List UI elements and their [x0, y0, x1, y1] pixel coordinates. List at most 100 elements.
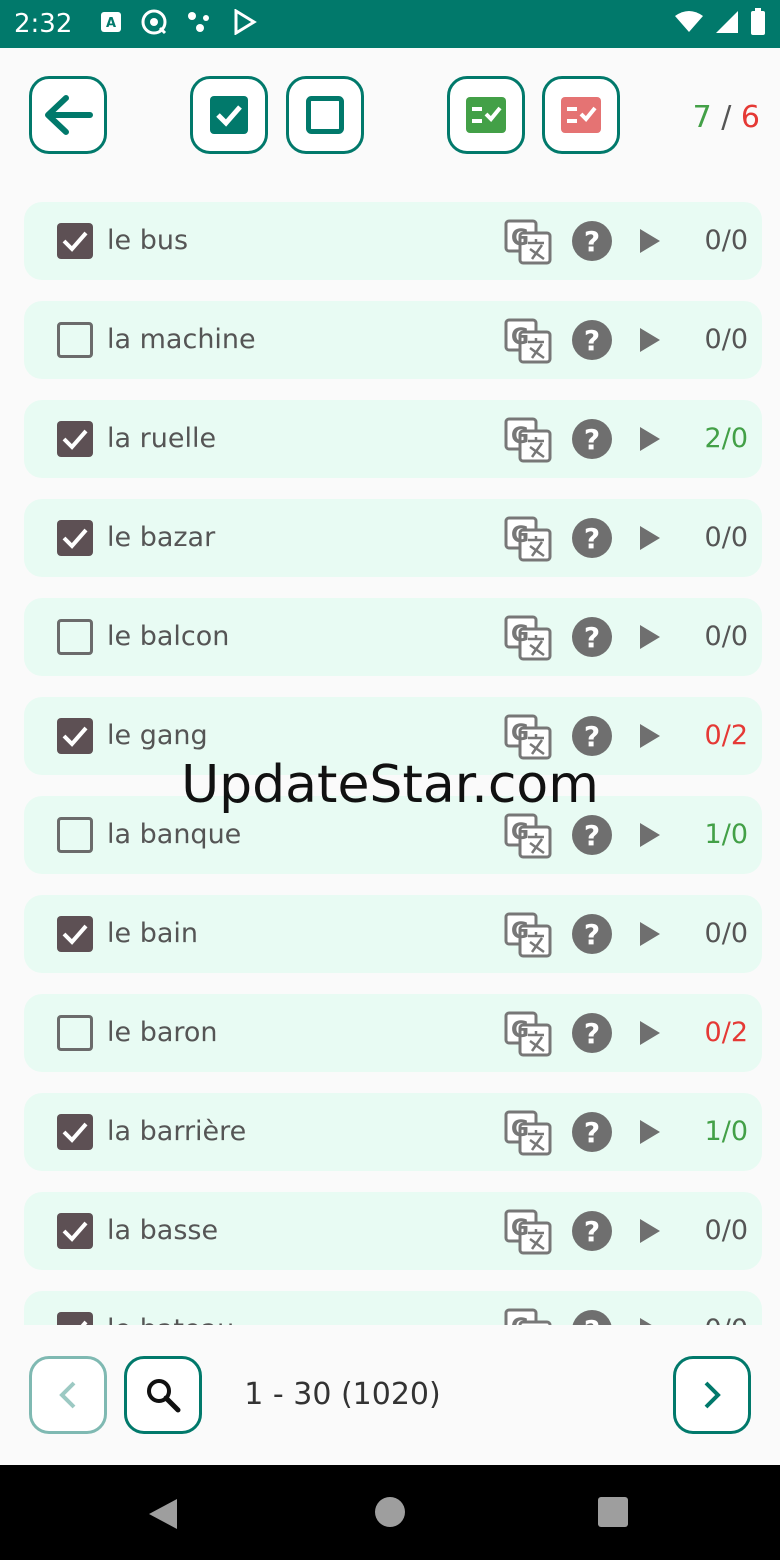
checkbox-checked[interactable] [57, 1213, 93, 1249]
help-icon[interactable]: ? [572, 320, 612, 360]
list-item[interactable]: le bain G? 0/0 [24, 895, 762, 973]
page-range: 1 - 30 (1020) [244, 1377, 441, 1412]
score-label: 0/0 [704, 225, 748, 256]
nav-back-button[interactable] [145, 1497, 179, 1535]
back-button[interactable] [29, 76, 107, 154]
svg-text:G: G [511, 820, 529, 845]
word-label: la machine [107, 324, 256, 355]
watermark: UpdateStar.com [181, 755, 599, 815]
list-item[interactable]: le bateau G? 0/0 [24, 1291, 762, 1325]
play-icon[interactable] [638, 426, 662, 456]
svg-text:G: G [511, 1315, 529, 1325]
google-translate-icon[interactable]: G [504, 1308, 552, 1325]
google-translate-icon[interactable]: G [504, 615, 552, 665]
checkbox-checked[interactable] [57, 421, 93, 457]
keyboard-a-icon: A [100, 11, 122, 37]
list-check-green-icon [466, 97, 506, 133]
word-label: la basse [107, 1215, 219, 1246]
word-label: la barrière [107, 1116, 247, 1147]
score-label: 1/0 [704, 1116, 748, 1147]
checkbox-checked[interactable] [57, 520, 93, 556]
checkbox-checked[interactable] [57, 718, 93, 754]
checkbox-checked[interactable] [57, 1114, 93, 1150]
svg-text:G: G [511, 325, 529, 350]
google-translate-icon[interactable]: G [504, 516, 552, 566]
svg-text:G: G [511, 1018, 529, 1043]
list-item[interactable]: la ruelle G? 2/0 [24, 400, 762, 478]
google-translate-icon[interactable]: G [504, 1209, 552, 1259]
list-item[interactable]: la barrière G? 1/0 [24, 1093, 762, 1171]
word-label: la ruelle [107, 423, 217, 454]
select-all-button[interactable] [190, 76, 268, 154]
score-label: 2/0 [704, 423, 748, 454]
play-icon[interactable] [638, 1020, 662, 1050]
help-icon[interactable]: ? [572, 419, 612, 459]
play-icon[interactable] [638, 822, 662, 852]
help-icon[interactable]: ? [572, 1310, 612, 1325]
google-translate-icon[interactable]: G [504, 1110, 552, 1160]
checkbox-unchecked[interactable] [57, 1015, 93, 1051]
play-icon[interactable] [638, 921, 662, 951]
wifi-icon [674, 10, 704, 38]
help-icon[interactable]: ? [572, 617, 612, 657]
google-translate-icon[interactable]: G [504, 318, 552, 368]
word-label: la banque [107, 819, 242, 850]
checkbox-unchecked[interactable] [57, 619, 93, 655]
play-icon[interactable] [638, 1317, 662, 1325]
list-item[interactable]: le bazar G? 0/0 [24, 499, 762, 577]
list-item[interactable]: la machine G? 0/0 [24, 301, 762, 379]
play-icon[interactable] [638, 1119, 662, 1149]
checkbox-checked-icon [210, 96, 248, 134]
help-icon[interactable]: ? [572, 815, 612, 855]
counter-separator: / [721, 100, 732, 135]
list-item[interactable]: la basse G? 0/0 [24, 1192, 762, 1270]
help-icon[interactable]: ? [572, 914, 612, 954]
google-translate-icon[interactable]: G [504, 813, 552, 863]
signal-icon [714, 9, 740, 39]
play-icon[interactable] [638, 723, 662, 753]
word-label: le balcon [107, 621, 230, 652]
google-translate-icon[interactable]: G [504, 1011, 552, 1061]
select-none-button[interactable] [286, 76, 364, 154]
help-icon[interactable]: ? [572, 221, 612, 261]
help-icon[interactable]: ? [572, 1013, 612, 1053]
play-icon[interactable] [638, 327, 662, 357]
help-icon[interactable]: ? [572, 518, 612, 558]
score-label: 1/0 [704, 819, 748, 850]
help-icon[interactable]: ? [572, 716, 612, 756]
checkbox-checked[interactable] [57, 916, 93, 952]
score-label: 0/0 [704, 1215, 748, 1246]
nav-recents-button[interactable] [597, 1496, 629, 1532]
play-icon[interactable] [638, 525, 662, 555]
play-icon[interactable] [638, 624, 662, 654]
next-page-button[interactable] [673, 1356, 751, 1434]
checkbox-checked[interactable] [57, 1312, 93, 1325]
nav-home-button[interactable] [373, 1495, 407, 1533]
checkbox-unchecked[interactable] [57, 817, 93, 853]
google-translate-icon[interactable]: G [504, 912, 552, 962]
word-label: le bus [107, 225, 189, 256]
list-item[interactable]: le balcon G? 0/0 [24, 598, 762, 676]
checkbox-unchecked[interactable] [57, 322, 93, 358]
play-icon[interactable] [638, 1218, 662, 1248]
play-icon[interactable] [638, 228, 662, 258]
status-time: 2:32 [14, 9, 73, 39]
show-correct-button[interactable] [447, 76, 525, 154]
checkbox-empty-icon [306, 96, 344, 134]
nav-back-icon [149, 1499, 177, 1529]
list-item[interactable]: le bus G? 0/0 [24, 202, 762, 280]
help-icon[interactable]: ? [572, 1112, 612, 1152]
svg-text:G: G [511, 1117, 529, 1142]
google-translate-icon[interactable]: G [504, 417, 552, 467]
nav-recents-icon [598, 1497, 628, 1527]
checkbox-checked[interactable] [57, 223, 93, 259]
counter-correct: 7 [692, 100, 712, 135]
play-store-icon [232, 8, 258, 39]
score-label: 0/0 [704, 324, 748, 355]
show-wrong-button[interactable] [542, 76, 620, 154]
google-translate-icon[interactable]: G [504, 219, 552, 269]
status-bar: 2:32 A [0, 0, 780, 48]
list-item[interactable]: le baron G? 0/2 [24, 994, 762, 1072]
score-label: 0/2 [704, 720, 748, 751]
help-icon[interactable]: ? [572, 1211, 612, 1251]
